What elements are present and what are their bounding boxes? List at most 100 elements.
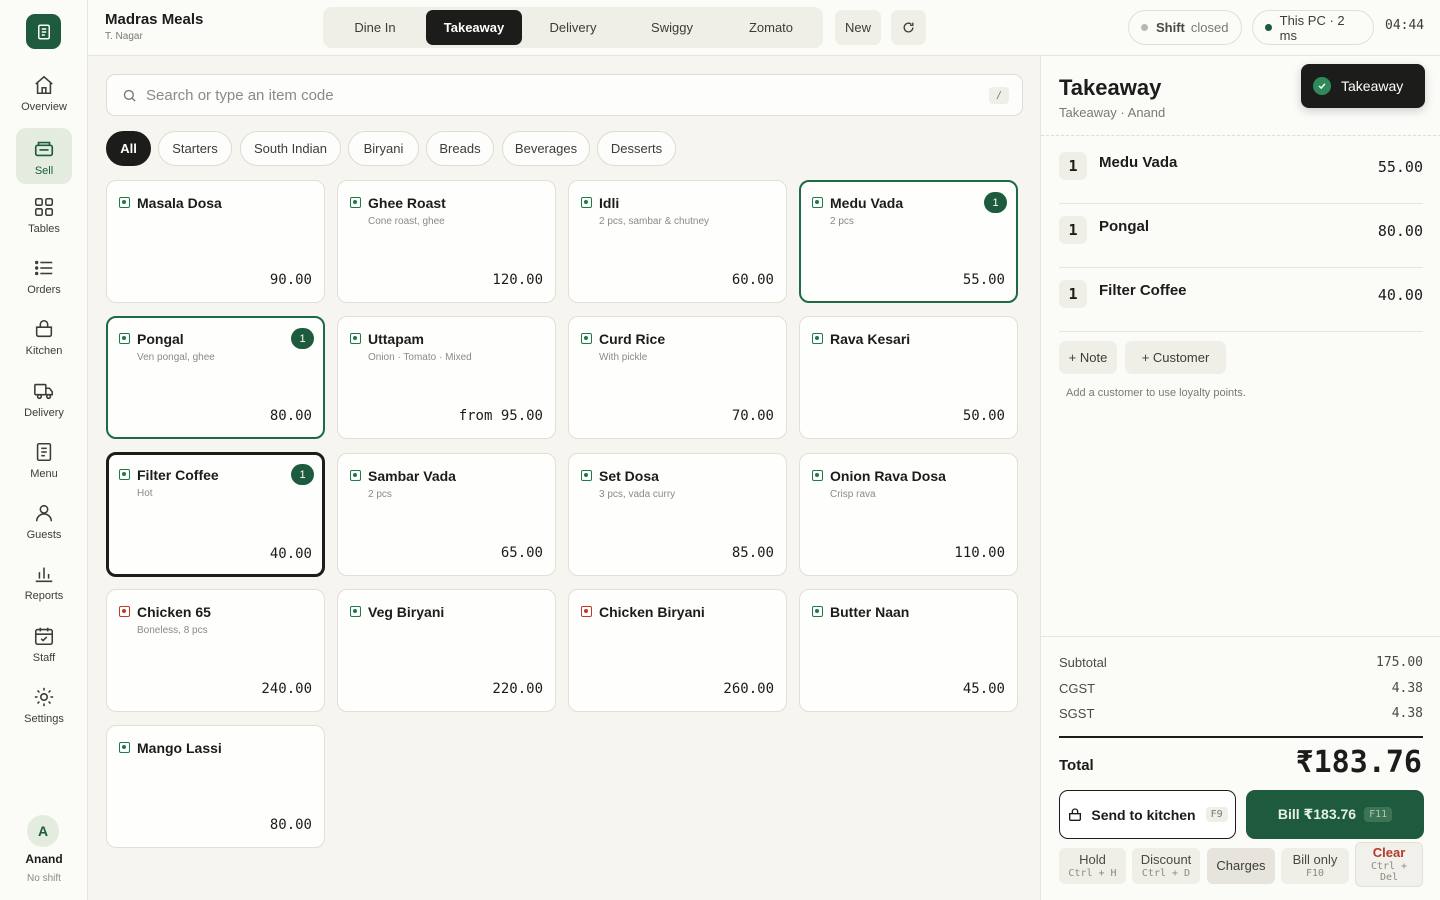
menu-item-card[interactable]: Pongal Ven pongal, ghee 1 80.00 (106, 316, 325, 439)
order-line-item[interactable]: 1 Pongal 80.00 (1059, 204, 1423, 268)
line-qty[interactable]: 1 (1059, 216, 1087, 244)
app-logo[interactable] (26, 14, 61, 49)
category-chip-starters[interactable]: Starters (158, 131, 232, 166)
item-description: 3 pcs, vada curry (599, 489, 676, 500)
charges-button[interactable]: Charges (1207, 848, 1275, 884)
item-description: Boneless, 8 pcs (137, 625, 208, 636)
item-price: 40.00 (269, 546, 312, 562)
mode-tab-takeaway[interactable]: Takeaway (426, 10, 522, 45)
menu-item-card[interactable]: Chicken 65 Boneless, 8 pcs 240.00 (106, 589, 325, 712)
category-chip-south-indian[interactable]: South Indian (240, 131, 341, 166)
line-qty[interactable]: 1 (1059, 280, 1087, 308)
item-price: 85.00 (731, 545, 774, 561)
item-price: 60.00 (731, 272, 774, 288)
add-note-button[interactable]: + Note (1059, 341, 1117, 374)
sidebar-item-guests[interactable]: Guests (16, 498, 72, 554)
menu-item-card[interactable]: Rava Kesari 50.00 (799, 316, 1018, 439)
new-order-button[interactable]: New (835, 10, 881, 45)
sidebar-item-settings[interactable]: Settings (16, 682, 72, 738)
item-name: Veg Biryani (368, 604, 445, 620)
line-qty[interactable]: 1 (1059, 152, 1087, 180)
sidebar-item-label: Staff (32, 652, 56, 664)
order-line-item[interactable]: 1 Filter Coffee 40.00 (1059, 268, 1423, 332)
clock: 04:44 (1385, 18, 1425, 33)
veg-indicator-icon (350, 606, 361, 617)
refresh-button[interactable] (891, 10, 926, 45)
clear-order-button[interactable]: Clear Ctrl + Del (1355, 842, 1423, 887)
refresh-icon (903, 22, 914, 33)
menu-item-card[interactable]: Idli 2 pcs, sambar & chutney 60.00 (568, 180, 787, 303)
sidebar-item-delivery[interactable]: Delivery (16, 376, 72, 432)
sidebar-item-reports[interactable]: Reports (16, 559, 72, 615)
mode-tab-delivery[interactable]: Delivery (525, 10, 621, 45)
sidebar-item-tables[interactable]: Tables (16, 192, 72, 248)
menu-item-card[interactable]: Set Dosa 3 pcs, vada curry 85.00 (568, 453, 787, 576)
charges-label: Charges (1216, 857, 1266, 873)
item-price: 70.00 (731, 408, 774, 424)
menu-item-card[interactable]: Masala Dosa 90.00 (106, 180, 325, 303)
item-price: 110.00 (954, 545, 1005, 561)
sidebar-item-label: Guests (26, 529, 62, 541)
order-panel: Takeaway Takeaway · Anand Takeaway 1 Med… (1040, 56, 1440, 900)
user-name: Anand (25, 852, 63, 866)
sidebar-item-menu[interactable]: Menu (16, 437, 72, 493)
bill-only-button[interactable]: Bill only F10 (1281, 848, 1349, 884)
menu-item-card[interactable]: Medu Vada 2 pcs 1 55.00 (799, 180, 1018, 303)
sidebar-item-kitchen[interactable]: Kitchen (16, 314, 72, 370)
totals-divider (1041, 636, 1440, 637)
menu-item-card[interactable]: Filter Coffee Hot 1 40.00 (106, 452, 325, 577)
avatar[interactable]: A (27, 815, 59, 847)
mode-tab-zomato[interactable]: Zomato (723, 10, 819, 45)
menu-item-card[interactable]: Chicken Biryani 260.00 (568, 589, 787, 712)
sidebar-item-orders[interactable]: Orders (16, 253, 72, 309)
menu-item-card[interactable]: Mango Lassi 80.00 (106, 725, 325, 848)
sidebar-item-sell[interactable]: Sell (16, 128, 72, 184)
mode-tab-swiggy[interactable]: Swiggy (624, 10, 720, 45)
menu-item-card[interactable]: Onion Rava Dosa Crisp rava 110.00 (799, 453, 1018, 576)
send-label: Send to kitchen (1091, 806, 1196, 823)
customer-hint: Add a customer to use loyalty points. (1066, 387, 1246, 399)
menu-item-card[interactable]: Sambar Vada 2 pcs 65.00 (337, 453, 556, 576)
item-name: Chicken 65 (137, 604, 211, 620)
bill-shortcut: F11 (1364, 807, 1393, 822)
veg-indicator-icon (119, 469, 130, 480)
item-price: from 95.00 (458, 408, 543, 424)
item-name: Chicken Biryani (599, 604, 705, 620)
veg-indicator-icon (581, 470, 592, 481)
sidebar-item-staff[interactable]: Staff (16, 621, 72, 677)
order-line-item[interactable]: 1 Medu Vada 55.00 (1059, 140, 1423, 204)
item-price: 45.00 (962, 681, 1005, 697)
item-name: Curd Rice (599, 331, 666, 347)
shift-status-pill[interactable]: Shift closed (1128, 10, 1242, 45)
bill-only-label: Bill only (1292, 851, 1338, 867)
category-chip-biryani[interactable]: Biryani (348, 131, 419, 166)
shift-status: closed (1190, 20, 1229, 35)
item-description: Ven pongal, ghee (137, 352, 215, 363)
menu-item-card[interactable]: Ghee Roast Cone roast, ghee 120.00 (337, 180, 556, 303)
item-price: 90.00 (269, 272, 312, 288)
category-chip-breads[interactable]: Breads (426, 131, 494, 166)
toast-notification: Takeaway (1301, 64, 1425, 108)
item-name: Rava Kesari (830, 331, 911, 347)
menu-item-card[interactable]: Veg Biryani 220.00 (337, 589, 556, 712)
device-status-pill[interactable]: This PC · 2 ms (1252, 10, 1374, 45)
sidebar-item-label: Tables (28, 223, 60, 235)
veg-indicator-icon (812, 606, 823, 617)
menu-item-card[interactable]: Uttapam Onion · Tomato · Mixed from 95.0… (337, 316, 556, 439)
add-customer-button[interactable]: + Customer (1125, 341, 1226, 374)
discount-button[interactable]: Discount Ctrl + D (1132, 848, 1200, 884)
category-chip-all[interactable]: All (106, 131, 151, 166)
send-to-kitchen-button[interactable]: Send to kitchen F9 (1059, 790, 1236, 839)
mode-tab-dine-in[interactable]: Dine In (327, 10, 423, 45)
menu-item-card[interactable]: Butter Naan 45.00 (799, 589, 1018, 712)
sidebar-item-label: Overview (21, 101, 67, 113)
bill-button[interactable]: Bill ₹183.76 F11 (1246, 790, 1424, 839)
search-input[interactable] (146, 86, 989, 104)
category-chip-beverages[interactable]: Beverages (502, 131, 590, 166)
hold-button[interactable]: Hold Ctrl + H (1059, 848, 1126, 884)
menu-item-card[interactable]: Curd Rice With pickle 70.00 (568, 316, 787, 439)
veg-indicator-icon (119, 742, 130, 753)
category-chip-desserts[interactable]: Desserts (597, 131, 676, 166)
sidebar-item-overview[interactable]: Overview (16, 70, 72, 126)
item-name: Onion Rava Dosa (830, 468, 946, 484)
